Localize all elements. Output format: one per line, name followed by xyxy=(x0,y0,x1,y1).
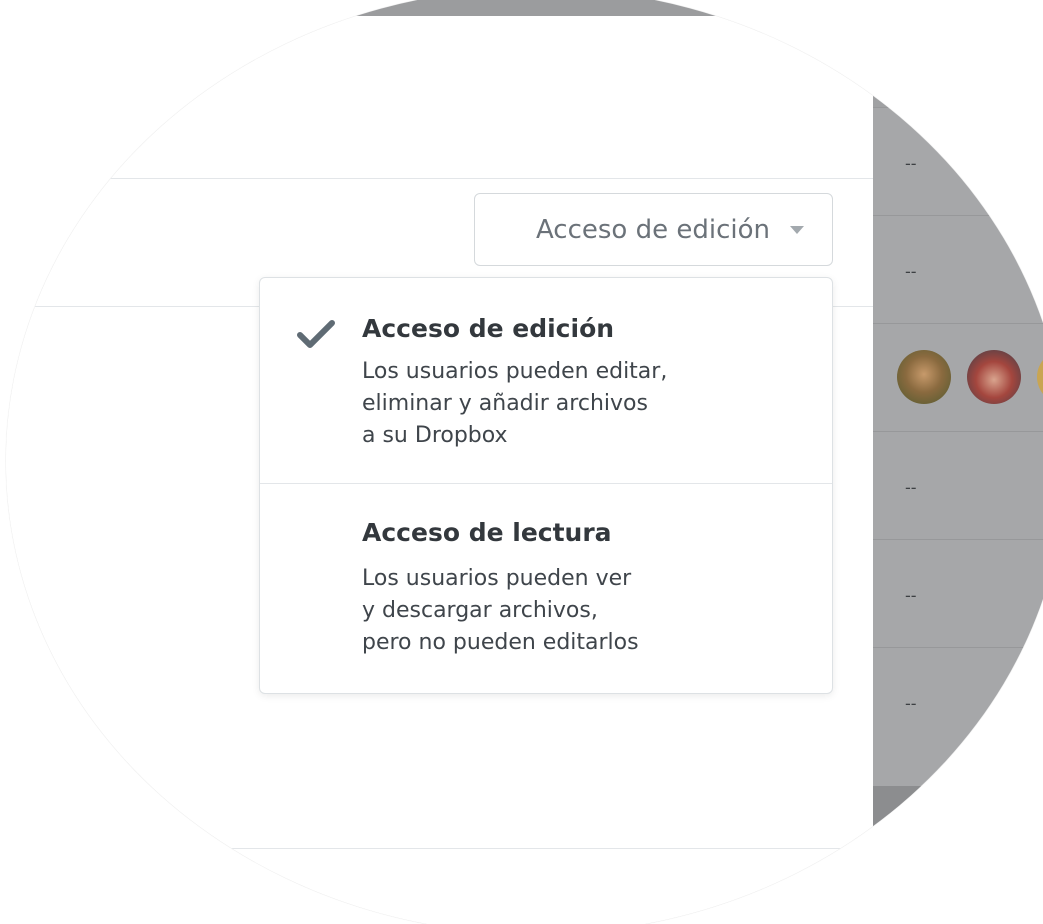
checkmark-icon xyxy=(297,320,335,348)
table-header-area xyxy=(873,16,1043,107)
table-row: -- xyxy=(873,539,1043,647)
option-description: Los usuarios pueden ver y descargar arch… xyxy=(362,563,639,659)
option-description-line: a su Dropbox xyxy=(362,423,508,448)
caret-down-icon xyxy=(790,225,804,234)
table-row: -- xyxy=(873,215,1043,323)
divider xyxy=(6,178,873,179)
table-cell-value: -- xyxy=(905,478,917,497)
avatar[interactable] xyxy=(1037,350,1043,404)
divider xyxy=(6,848,873,849)
zoom-lens: -- -- -- -- -- Acceso de edición Acceso … xyxy=(6,0,1043,924)
table-row: -- xyxy=(873,107,1043,215)
menu-option-edit-access[interactable]: Acceso de edición Los usuarios pueden ed… xyxy=(260,278,832,483)
table-row xyxy=(873,323,1043,431)
access-level-dropdown[interactable]: Acceso de edición xyxy=(474,193,833,266)
option-description-line: eliminar y añadir archivos xyxy=(362,391,648,416)
table-cell-value: -- xyxy=(905,694,917,713)
table-cell-value: -- xyxy=(905,262,917,281)
table-row: -- xyxy=(873,647,1043,755)
option-description-line: Los usuarios pueden editar, xyxy=(362,359,668,384)
option-description-line: Los usuarios pueden ver xyxy=(362,566,632,591)
table-cell-value: -- xyxy=(905,154,917,173)
menu-option-read-access[interactable]: Acceso de lectura Los usuarios pueden ve… xyxy=(260,484,832,693)
option-title: Acceso de lectura xyxy=(362,518,612,547)
content-area: -- -- -- -- -- Acceso de edición Acceso … xyxy=(6,0,1043,924)
option-description-line: pero no pueden editarlos xyxy=(362,630,639,655)
access-level-selected-label: Acceso de edición xyxy=(535,214,770,245)
table-cell-value: -- xyxy=(905,586,917,605)
top-bar xyxy=(6,0,1043,16)
avatar[interactable] xyxy=(897,350,951,404)
option-title: Acceso de edición xyxy=(362,314,615,343)
option-description-line: y descargar archivos, xyxy=(362,598,598,623)
background-table: -- -- -- -- -- xyxy=(873,16,1043,924)
magnified-view: -- -- -- -- -- Acceso de edición Acceso … xyxy=(0,0,1043,924)
table-row: -- xyxy=(873,431,1043,539)
avatar[interactable] xyxy=(967,350,1021,404)
option-description: Los usuarios pueden editar, eliminar y a… xyxy=(362,356,667,452)
access-level-menu: Acceso de edición Los usuarios pueden ed… xyxy=(259,277,833,694)
table-footer-area xyxy=(873,786,1043,924)
